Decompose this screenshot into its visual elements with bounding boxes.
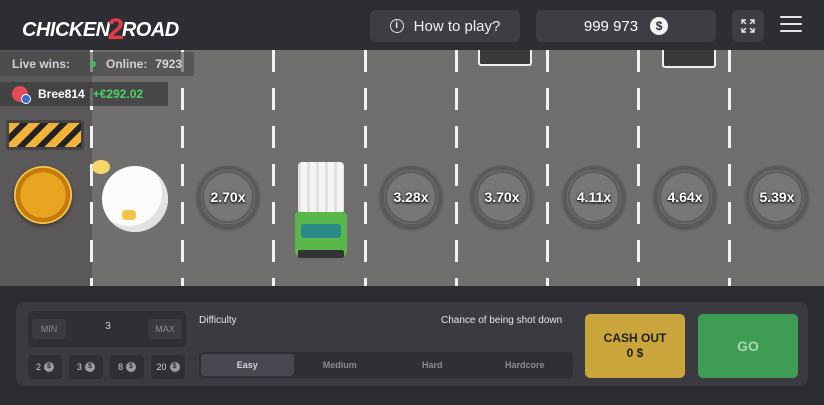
multiplier-manhole[interactable]: 3.28x <box>380 166 442 228</box>
lane-line <box>455 50 458 286</box>
chance-label: Chance of being shot down <box>441 315 563 326</box>
quick-bet-8[interactable]: 8 $ <box>110 355 144 379</box>
hamburger-menu-icon[interactable] <box>780 16 802 34</box>
go-button[interactable]: GO <box>698 314 798 378</box>
gold-coin-icon <box>14 166 72 224</box>
difficulty-easy[interactable]: Easy <box>201 354 294 376</box>
lane-line <box>637 50 640 286</box>
bet-amount-input[interactable]: 3 <box>88 321 128 332</box>
dollar-coin-icon: $ <box>650 17 669 35</box>
difficulty-hard[interactable]: Hard <box>386 354 479 376</box>
multiplier-manhole[interactable]: 5.39x <box>746 166 808 228</box>
game-logo: CHICKEN2ROAD <box>22 10 179 46</box>
lane-line <box>181 50 184 286</box>
quick-bet-20[interactable]: 20 $ <box>151 355 185 379</box>
info-icon: i <box>389 19 404 33</box>
online-count: 7923 <box>155 57 183 71</box>
how-to-play-label: How to play? <box>413 17 501 35</box>
chicken-character <box>92 160 168 232</box>
dollar-coin-icon: $ <box>169 362 180 372</box>
dollar-coin-icon: $ <box>85 362 95 372</box>
balance-display: 999 973 $ <box>536 10 716 42</box>
live-win-item: Bree814 +€292.02 <box>0 82 168 106</box>
top-bar: CHICKEN2ROAD i How to play? 999 973 $ <box>0 0 824 50</box>
difficulty-selector: Easy Medium Hard Hardcore <box>199 352 573 378</box>
logo-text-two: 2 <box>107 13 125 46</box>
quick-bet-3[interactable]: 3 $ <box>69 355 103 379</box>
cash-out-button[interactable]: CASH OUT 0 $ <box>585 314 685 378</box>
multiplier-manhole[interactable]: 3.70x <box>471 166 533 228</box>
live-wins-label: Live wins: <box>12 57 71 71</box>
logo-text-chicken: CHICKEN <box>22 19 110 41</box>
bet-amount-field: MIN 3 MAX <box>28 311 186 347</box>
online-label: Online: <box>106 57 148 71</box>
winner-amount: +€292.02 <box>92 87 144 101</box>
multiplier-manhole[interactable]: 2.70x <box>197 166 259 228</box>
multiplier-manhole[interactable]: 4.64x <box>654 166 716 228</box>
min-bet-button[interactable]: MIN <box>32 319 66 339</box>
bet-controls: MIN 3 MAX 2 $ 3 $ 8 $ 20 $ <box>28 311 186 379</box>
control-panel: MIN 3 MAX 2 $ 3 $ 8 $ 20 $ Difficulty Chance… <box>16 302 808 386</box>
fullscreen-icon <box>741 19 755 33</box>
road-barrier <box>6 120 84 150</box>
go-label: GO <box>737 338 759 354</box>
lane-line <box>272 50 275 286</box>
lane-line <box>546 50 549 286</box>
multiplier-manhole[interactable]: 4.11x <box>563 166 625 228</box>
winner-username: Bree814 <box>38 87 85 101</box>
max-bet-button[interactable]: MAX <box>148 319 182 339</box>
dollar-coin-icon: $ <box>44 362 54 372</box>
how-to-play-button[interactable]: i How to play? <box>370 10 520 42</box>
difficulty-hardcore[interactable]: Hardcore <box>479 354 572 376</box>
difficulty-medium[interactable]: Medium <box>294 354 387 376</box>
car-top-lane <box>662 50 716 68</box>
live-wins-bar: Live wins: Online: 7923 <box>0 52 194 76</box>
balance-amount: 999 973 <box>583 17 639 35</box>
cash-out-amount: 0 $ <box>626 346 644 360</box>
lane-line <box>364 50 367 286</box>
lane-line <box>728 50 731 286</box>
difficulty-label: Difficulty <box>199 315 237 326</box>
logo-text-road: ROAD <box>121 19 179 41</box>
online-status-dot <box>90 61 97 67</box>
delivery-truck <box>292 162 352 262</box>
cash-out-label: CASH OUT <box>603 331 667 345</box>
dollar-coin-icon: $ <box>126 362 136 372</box>
fullscreen-button[interactable] <box>732 10 764 42</box>
avatar <box>12 86 31 104</box>
car-top-lane <box>478 50 532 66</box>
quick-bet-2[interactable]: 2 $ <box>28 355 62 379</box>
